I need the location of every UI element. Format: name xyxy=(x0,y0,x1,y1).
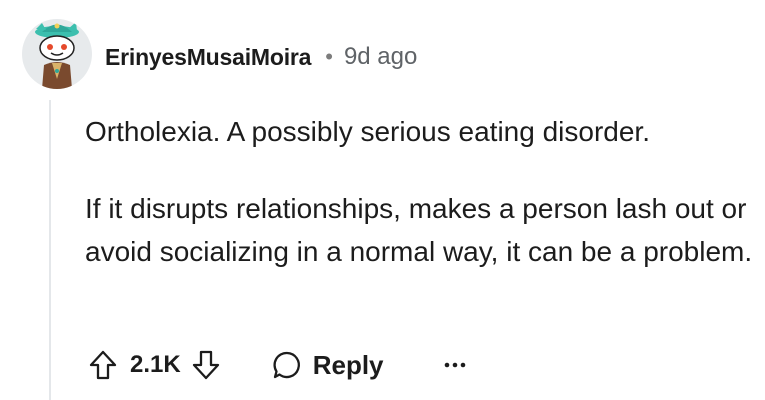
upvote-button[interactable] xyxy=(88,349,118,381)
comment-paragraph: If it disrupts relationships, makes a pe… xyxy=(85,193,753,267)
comment-meta: ErinyesMusaiMoira • 9d ago xyxy=(105,40,417,74)
comment-paragraph: Ortholexia. A possibly serious eating di… xyxy=(85,116,650,147)
meta-separator: • xyxy=(325,44,333,69)
speech-bubble-icon xyxy=(273,351,300,379)
ellipsis-icon xyxy=(444,362,465,368)
avatar[interactable] xyxy=(22,19,92,89)
username[interactable]: ErinyesMusaiMoira xyxy=(105,44,311,71)
upvote-arrow-icon xyxy=(89,350,117,380)
comment-body: Ortholexia. A possibly serious eating di… xyxy=(85,110,755,273)
downvote-button[interactable] xyxy=(191,349,221,381)
comment: ErinyesMusaiMoira • 9d ago Ortholexia. A… xyxy=(0,0,765,400)
reply-button[interactable]: Reply xyxy=(271,349,384,381)
thread-line[interactable] xyxy=(49,100,51,400)
more-options-button[interactable] xyxy=(444,361,466,369)
comment-actions: 2.1K Reply xyxy=(88,340,466,390)
timestamp: 9d ago xyxy=(343,43,418,70)
snoo-avatar-icon xyxy=(35,22,79,89)
downvote-arrow-icon xyxy=(192,350,219,380)
vote-score: 2.1K xyxy=(130,351,181,378)
reply-label: Reply xyxy=(312,349,384,380)
